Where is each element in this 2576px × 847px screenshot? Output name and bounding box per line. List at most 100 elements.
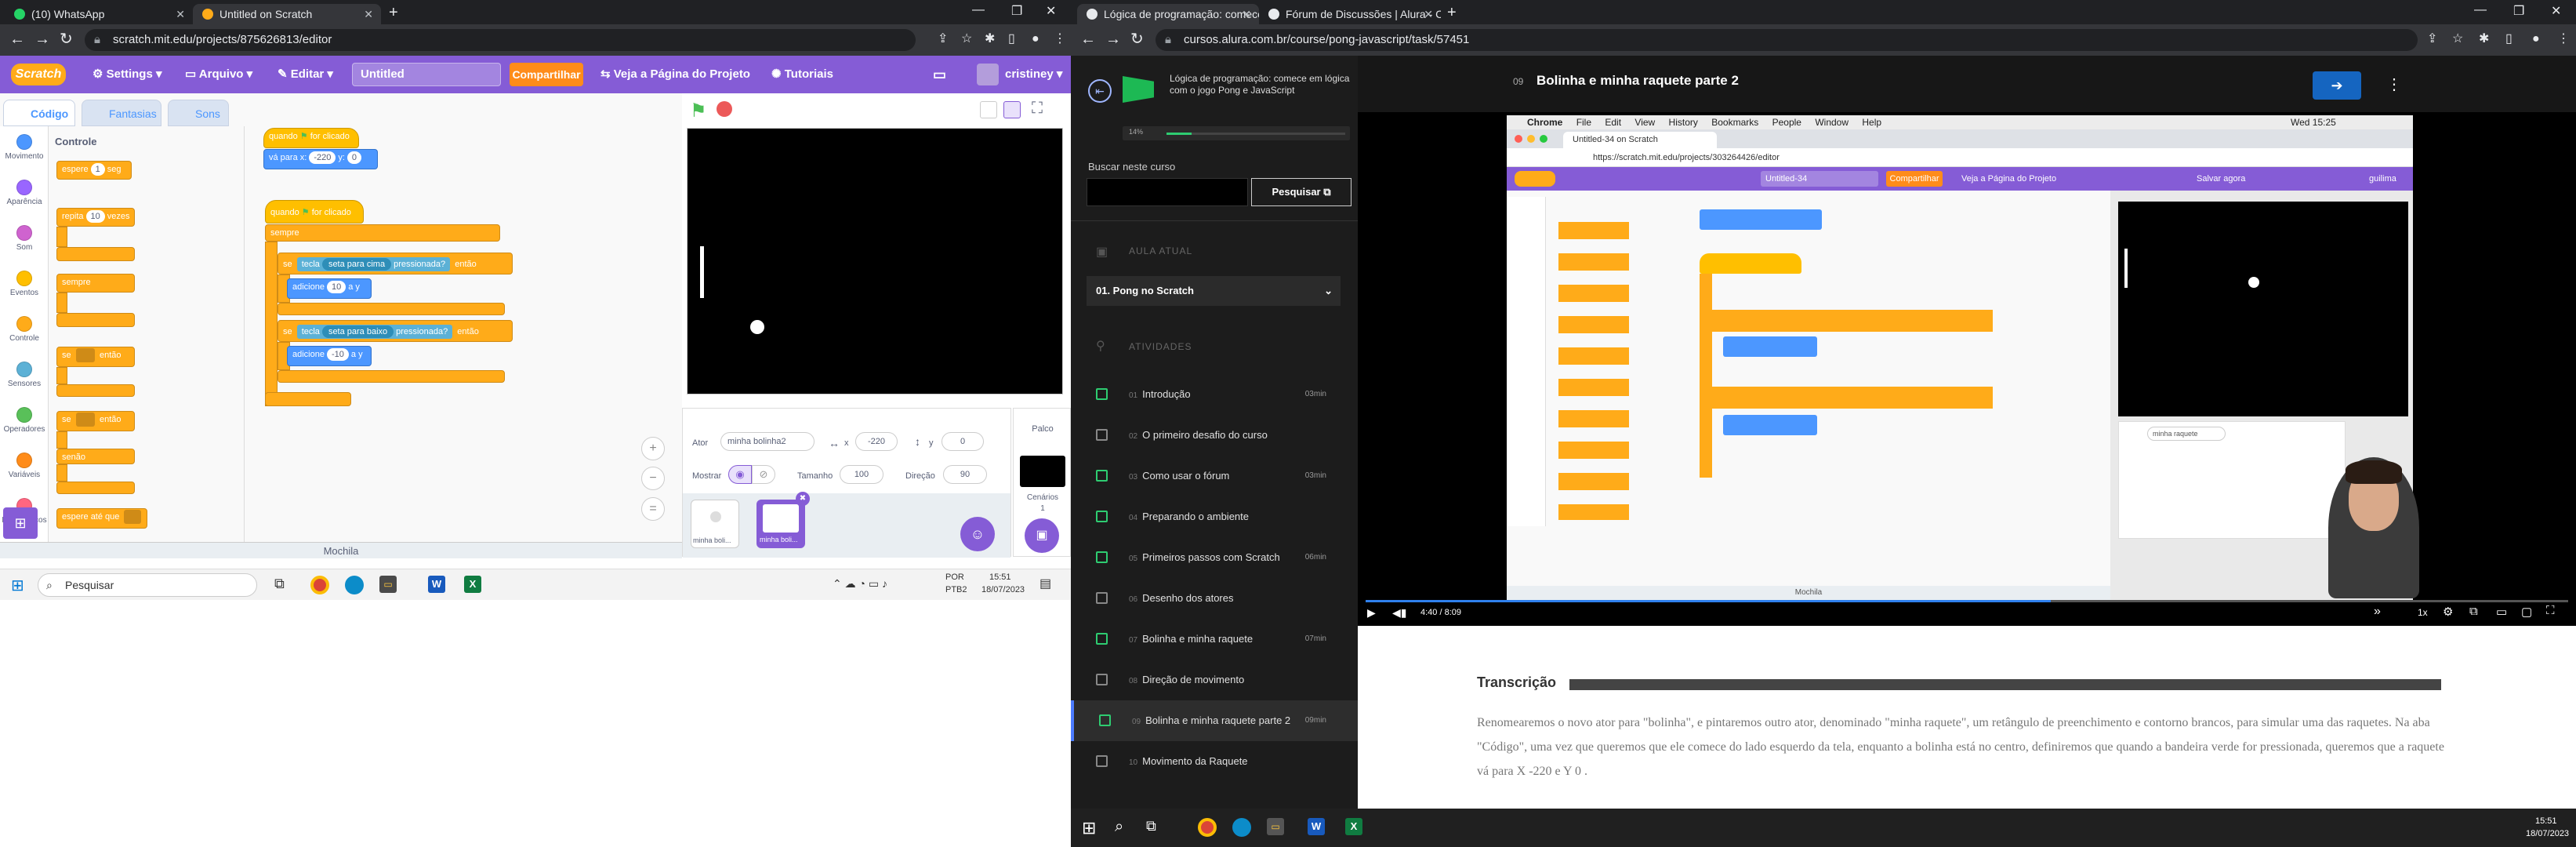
file-explorer-icon[interactable]: ▭	[1267, 818, 1284, 835]
menu-icon[interactable]: ⋮	[1054, 31, 1066, 48]
zoom-in-icon[interactable]: +	[641, 437, 665, 460]
if-then-block[interactable]: se então	[56, 347, 135, 367]
actor-name-input[interactable]: minha bolinha2	[720, 432, 815, 451]
restore-icon[interactable]: ❐	[2513, 3, 2524, 19]
minimize-icon[interactable]: —	[972, 3, 985, 17]
windows-start-icon[interactable]: ⊞	[11, 576, 24, 595]
settings-icon[interactable]: ⚙	[2443, 605, 2453, 619]
forever-block[interactable]: sempre	[56, 274, 135, 293]
tab-sounds[interactable]: Sons	[168, 100, 229, 126]
category-controle[interactable]: Controle	[0, 316, 49, 343]
seek-track[interactable]	[1366, 600, 2568, 602]
lang-label[interactable]: POR	[945, 573, 964, 582]
stage-selector[interactable]: Palco Cenários 1 ▣	[1013, 408, 1071, 557]
address-bar[interactable]: 🔒︎ scratch.mit.edu/projects/875626813/ed…	[85, 29, 916, 51]
clock-time[interactable]: 15:51	[2535, 816, 2557, 826]
category-som[interactable]: Som	[0, 225, 49, 252]
show-hidden-icon[interactable]: ⊘	[752, 465, 775, 484]
category-sensores[interactable]: Sensores	[0, 362, 49, 388]
show-visible-icon[interactable]: ◉	[728, 465, 752, 484]
lesson-item[interactable]: 10 Movimento da Raquete	[1071, 741, 1358, 782]
profile-icon[interactable]: ●	[2532, 31, 2540, 48]
address-bar[interactable]: 🔒︎ cursos.alura.com.br/course/pong-javas…	[1156, 29, 2418, 51]
tutorials-link[interactable]: ✺ Tutoriais	[771, 56, 833, 93]
speed-button[interactable]: 1x	[2418, 607, 2428, 618]
category-operadores[interactable]: Operadores	[0, 407, 49, 434]
repeat-block[interactable]: repita 10 vezes	[56, 208, 135, 227]
word-icon[interactable]: W	[428, 576, 445, 593]
close-icon[interactable]: ✕	[1424, 4, 1433, 24]
when-flag-clicked-hat[interactable]: quando ⚑ for clicado	[265, 200, 364, 224]
taskbar-search[interactable]: ⌕ Pesquisar	[38, 573, 257, 597]
star-icon[interactable]: ☆	[2452, 31, 2463, 48]
edge-icon[interactable]	[1232, 818, 1251, 837]
change-y-block[interactable]: adicione -10 a y	[287, 346, 372, 366]
skip-icon[interactable]: »	[2374, 605, 2381, 619]
share-button[interactable]: Compartilhar	[510, 63, 583, 86]
lesson-item[interactable]: 07 Bolinha e minha raquete 07min	[1071, 619, 1358, 660]
task-view-icon[interactable]: ⧉	[1146, 818, 1156, 834]
small-stage-icon[interactable]	[980, 101, 997, 118]
chrome-icon[interactable]	[1198, 818, 1217, 837]
course-search-input[interactable]	[1087, 178, 1248, 206]
tray-icons[interactable]: ⌃ ☁ ◔ ▭ ♪	[833, 577, 887, 591]
trash-icon[interactable]: ✖	[796, 492, 810, 506]
if-else-block[interactable]: se então	[56, 411, 135, 431]
zoom-out-icon[interactable]: −	[641, 467, 665, 490]
restore-icon[interactable]: ❐	[1011, 3, 1022, 19]
windows-start-icon[interactable]: ⊞	[1082, 818, 1096, 838]
forward-icon[interactable]: →	[1105, 31, 1121, 48]
category-movimento[interactable]: Movimento	[0, 134, 49, 161]
lesson-item[interactable]: 01 Introdução 03min	[1071, 374, 1358, 415]
extensions-icon[interactable]: ✱	[985, 31, 995, 48]
backpack[interactable]: Mochila	[0, 542, 682, 558]
volume-icon[interactable]: ◀▮	[1392, 606, 1406, 620]
lesson-item[interactable]: 02 O primeiro desafio do curso	[1071, 415, 1358, 456]
chrome-icon[interactable]	[310, 576, 329, 594]
if-key-down-block[interactable]: se tecla seta para baixo pressionada? entã…	[278, 320, 513, 342]
sidepanel-icon[interactable]: ▯	[2505, 31, 2513, 48]
new-tab-button[interactable]: +	[389, 4, 398, 22]
tab-costumes[interactable]: Fantasias	[82, 100, 161, 126]
y-input[interactable]: 0	[942, 432, 984, 451]
menu-icon[interactable]: ⋮	[2557, 31, 2570, 48]
more-options-icon[interactable]: ⋮	[2386, 75, 2402, 94]
forever-block[interactable]: sempre	[265, 224, 500, 242]
close-window-icon[interactable]: ✕	[1046, 3, 1056, 19]
zoom-reset-icon[interactable]: =	[641, 497, 665, 521]
lesson-item[interactable]: 05 Primeiros passos com Scratch 06min	[1071, 537, 1358, 578]
category-variáveis[interactable]: Variáveis	[0, 453, 49, 479]
lesson-item-current[interactable]: 09 Bolinha e minha raquete parte 2 09min	[1071, 700, 1358, 741]
notification-icon[interactable]: ▤	[1039, 576, 1051, 591]
reload-icon[interactable]: ↻	[60, 31, 73, 48]
lesson-item[interactable]: 03 Como usar o fórum 03min	[1071, 456, 1358, 496]
add-sprite-button[interactable]: ☺	[960, 517, 995, 551]
add-extension-button[interactable]: ⊞	[3, 507, 38, 539]
back-icon[interactable]: ←	[9, 31, 25, 48]
wait-until-block[interactable]: espere até que	[56, 508, 147, 529]
category-eventos[interactable]: Eventos	[0, 271, 49, 297]
close-icon[interactable]: ✕	[364, 4, 373, 24]
size-input[interactable]: 100	[840, 465, 883, 484]
tab-alura-course[interactable]: Lógica de programação: comece ✕	[1077, 4, 1259, 24]
edge-icon[interactable]	[345, 576, 364, 594]
excel-icon[interactable]: X	[464, 576, 481, 593]
tab-whatsapp[interactable]: (10) WhatsApp ✕	[5, 4, 193, 24]
lesson-item[interactable]: 08 Direção de movimento	[1071, 660, 1358, 700]
module-select[interactable]: 01. Pong no Scratch ⌄	[1087, 276, 1341, 306]
forward-icon[interactable]: →	[34, 31, 50, 48]
edit-menu[interactable]: ✎ Editar ▾	[278, 56, 333, 93]
task-view-icon[interactable]: ⧉	[274, 576, 285, 592]
file-menu[interactable]: ▭ Arquivo ▾	[185, 56, 252, 93]
course-search-button[interactable]: Pesquisar ⧉	[1251, 178, 1351, 206]
tab-code[interactable]: Código	[3, 100, 75, 126]
file-explorer-icon[interactable]: ▭	[379, 576, 397, 593]
fullscreen-icon[interactable]: ⛶	[2546, 604, 2555, 617]
search-icon[interactable]: ⌕	[1115, 818, 1123, 836]
clock-time[interactable]: 15:51	[989, 573, 1011, 582]
theater-icon[interactable]: ▭	[2496, 605, 2507, 619]
cast-icon[interactable]: ▢	[2521, 605, 2532, 619]
pip-icon[interactable]: ⧉	[2469, 605, 2478, 618]
play-icon[interactable]: ▶	[1367, 606, 1376, 620]
lesson-item[interactable]: 04 Preparando o ambiente	[1071, 496, 1358, 537]
